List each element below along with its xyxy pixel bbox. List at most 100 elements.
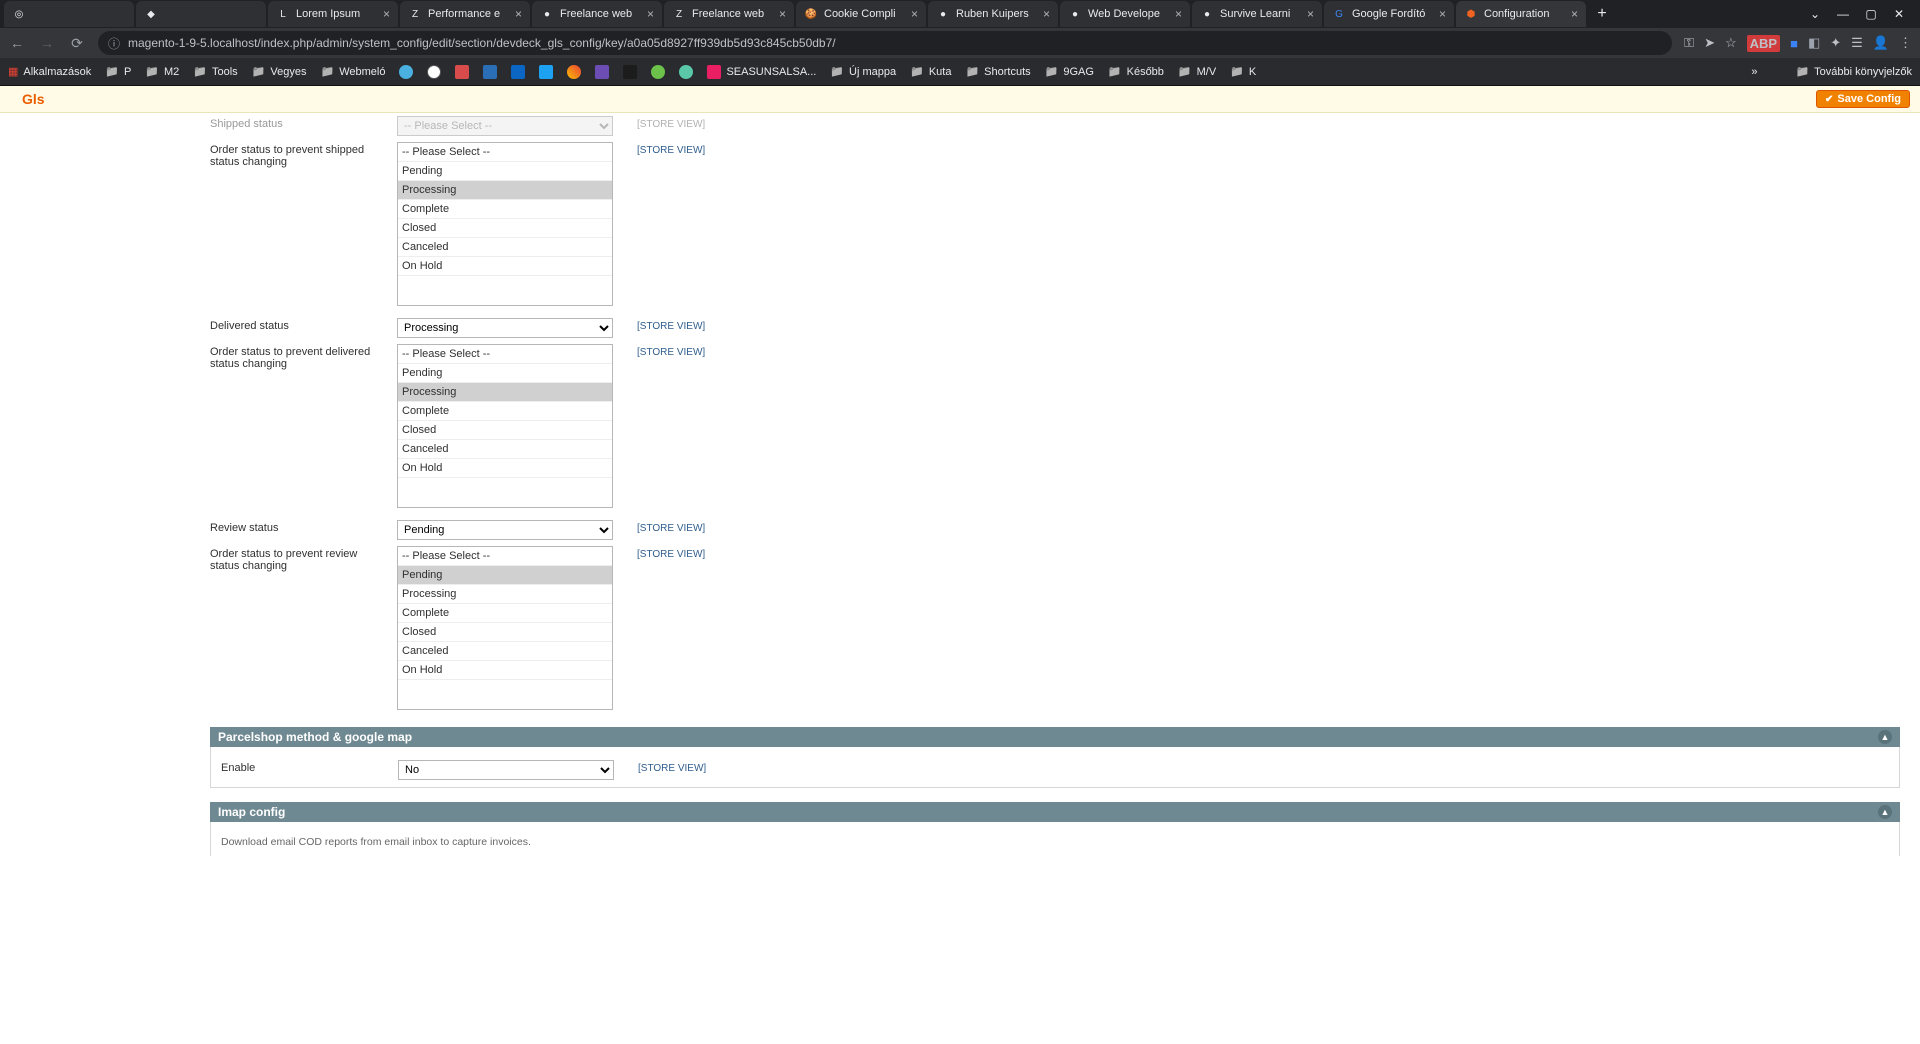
bookmark-folder[interactable]: Vegyes bbox=[252, 65, 307, 78]
bookmark-item[interactable] bbox=[567, 65, 581, 79]
browser-tab[interactable]: ◎ bbox=[4, 1, 134, 27]
section-header-parcelshop[interactable]: Parcelshop method & google map ▲ bbox=[210, 727, 1900, 747]
browser-tab-active[interactable]: ⬢Configuration× bbox=[1456, 1, 1586, 27]
multiselect-option[interactable]: On Hold bbox=[398, 459, 612, 478]
scope-link[interactable]: [STORE VIEW] bbox=[637, 321, 705, 332]
close-icon[interactable]: × bbox=[1571, 7, 1578, 21]
multiselect-option[interactable]: Canceled bbox=[398, 238, 612, 257]
other-bookmarks-folder[interactable]: További könyvjelzők bbox=[1795, 65, 1912, 78]
back-button[interactable]: ← bbox=[8, 35, 26, 51]
bookmark-folder[interactable]: Új mappa bbox=[830, 65, 896, 78]
browser-tab[interactable]: ◆ bbox=[136, 1, 266, 27]
bookmark-folder[interactable]: Tools bbox=[193, 65, 237, 78]
multiselect-option[interactable]: Canceled bbox=[398, 440, 612, 459]
bookmark-folder[interactable]: P bbox=[105, 65, 131, 78]
close-icon[interactable]: × bbox=[1043, 7, 1050, 21]
bookmark-item[interactable] bbox=[455, 65, 469, 79]
browser-tab[interactable]: LLorem Ipsum× bbox=[268, 1, 398, 27]
collapse-icon[interactable]: ▲ bbox=[1878, 730, 1892, 744]
send-icon[interactable]: ➤ bbox=[1704, 35, 1715, 51]
multiselect-option[interactable]: Processing bbox=[398, 585, 612, 604]
multiselect-option[interactable]: Complete bbox=[398, 402, 612, 421]
bookmark-item[interactable] bbox=[399, 65, 413, 79]
new-tab-button[interactable]: + bbox=[1588, 5, 1616, 23]
extension-icon[interactable]: ■ bbox=[1790, 36, 1798, 51]
bookmark-folder[interactable]: Később bbox=[1108, 65, 1164, 78]
extensions-puzzle-icon[interactable]: ✦ bbox=[1830, 35, 1841, 51]
address-bar[interactable]: ⓘ magento-1-9-5.localhost/index.php/admi… bbox=[98, 31, 1672, 55]
multiselect-option[interactable]: -- Please Select -- bbox=[398, 345, 612, 364]
forward-button[interactable]: → bbox=[38, 35, 56, 51]
browser-tab[interactable]: ●Freelance web× bbox=[532, 1, 662, 27]
browser-tab[interactable]: 🍪Cookie Compli× bbox=[796, 1, 926, 27]
scope-link[interactable]: [STORE VIEW] bbox=[637, 523, 705, 534]
scope-link[interactable]: [STORE VIEW] bbox=[637, 549, 705, 560]
multiselect-option[interactable]: -- Please Select -- bbox=[398, 547, 612, 566]
tabs-dropdown-icon[interactable]: ⌄ bbox=[1806, 7, 1824, 21]
bookmark-folder[interactable]: Webmeló bbox=[320, 65, 385, 78]
reading-list-icon[interactable]: ☰ bbox=[1851, 35, 1863, 51]
scope-link[interactable]: [STORE VIEW] bbox=[638, 763, 706, 774]
browser-tab[interactable]: ZPerformance e× bbox=[400, 1, 530, 27]
close-icon[interactable]: × bbox=[1175, 7, 1182, 21]
reload-button[interactable]: ⟳ bbox=[68, 35, 86, 52]
multiselect-prevent-review[interactable]: -- Please Select -- Pending Processing C… bbox=[397, 546, 613, 710]
multiselect-option[interactable]: Pending bbox=[398, 566, 612, 585]
key-icon[interactable]: ⚿ bbox=[1684, 35, 1694, 51]
bookmark-folder[interactable]: Kuta bbox=[910, 65, 951, 78]
multiselect-option[interactable]: Complete bbox=[398, 200, 612, 219]
bookmark-item[interactable] bbox=[595, 65, 609, 79]
bookmark-item[interactable] bbox=[483, 65, 497, 79]
multiselect-option[interactable]: Pending bbox=[398, 162, 612, 181]
extension-icon[interactable]: ◧ bbox=[1808, 35, 1820, 51]
multiselect-option[interactable]: Closed bbox=[398, 421, 612, 440]
browser-tab[interactable]: ●Ruben Kuipers× bbox=[928, 1, 1058, 27]
bookmark-item[interactable] bbox=[427, 65, 441, 79]
close-icon[interactable]: × bbox=[1307, 7, 1314, 21]
bookmark-folder[interactable]: M2 bbox=[145, 65, 179, 78]
select-review-status[interactable]: Pending bbox=[397, 520, 613, 540]
close-icon[interactable]: × bbox=[647, 7, 654, 21]
close-window-icon[interactable]: ✕ bbox=[1890, 7, 1908, 21]
bookmark-item[interactable] bbox=[623, 65, 637, 79]
scope-link[interactable]: [STORE VIEW] bbox=[637, 145, 705, 156]
bookmark-item[interactable] bbox=[679, 65, 693, 79]
bookmark-overflow-icon[interactable]: » bbox=[1751, 66, 1757, 78]
multiselect-option[interactable]: On Hold bbox=[398, 257, 612, 276]
bookmark-item[interactable] bbox=[511, 65, 525, 79]
multiselect-option[interactable]: Processing bbox=[398, 181, 612, 200]
maximize-icon[interactable]: ▢ bbox=[1862, 7, 1880, 21]
site-info-icon[interactable]: ⓘ bbox=[108, 35, 120, 52]
multiselect-prevent-delivered[interactable]: -- Please Select -- Pending Processing C… bbox=[397, 344, 613, 508]
bookmark-item[interactable] bbox=[539, 65, 553, 79]
multiselect-prevent-shipped[interactable]: -- Please Select -- Pending Processing C… bbox=[397, 142, 613, 306]
close-icon[interactable]: × bbox=[779, 7, 786, 21]
browser-tab[interactable]: ●Web Develope× bbox=[1060, 1, 1190, 27]
close-icon[interactable]: × bbox=[383, 7, 390, 21]
kebab-menu-icon[interactable]: ⋮ bbox=[1899, 35, 1912, 51]
bookmark-item[interactable] bbox=[651, 65, 665, 79]
close-icon[interactable]: × bbox=[911, 7, 918, 21]
bookmark-star-icon[interactable]: ☆ bbox=[1725, 35, 1737, 51]
select-delivered-status[interactable]: Processing bbox=[397, 318, 613, 338]
close-icon[interactable]: × bbox=[515, 7, 522, 21]
multiselect-option[interactable]: -- Please Select -- bbox=[398, 143, 612, 162]
multiselect-option[interactable]: Closed bbox=[398, 623, 612, 642]
profile-avatar-icon[interactable]: 👤 bbox=[1873, 35, 1889, 51]
multiselect-option[interactable]: Pending bbox=[398, 364, 612, 383]
browser-tab[interactable]: GGoogle Fordító× bbox=[1324, 1, 1454, 27]
multiselect-option[interactable]: On Hold bbox=[398, 661, 612, 680]
bookmark-folder[interactable]: M/V bbox=[1178, 65, 1216, 78]
browser-tab[interactable]: ZFreelance web× bbox=[664, 1, 794, 27]
bookmark-folder[interactable]: 9GAG bbox=[1045, 65, 1094, 78]
browser-tab[interactable]: ●Survive Learni× bbox=[1192, 1, 1322, 27]
save-config-button[interactable]: Save Config bbox=[1816, 90, 1910, 108]
multiselect-option[interactable]: Processing bbox=[398, 383, 612, 402]
bookmark-item[interactable]: SEASUNSALSA... bbox=[707, 65, 816, 79]
bookmark-folder[interactable]: K bbox=[1230, 65, 1256, 78]
minimize-icon[interactable]: — bbox=[1834, 7, 1852, 21]
multiselect-option[interactable]: Complete bbox=[398, 604, 612, 623]
multiselect-option[interactable]: Closed bbox=[398, 219, 612, 238]
adblock-icon[interactable]: ABP bbox=[1747, 35, 1780, 52]
bookmark-folder[interactable]: Shortcuts bbox=[965, 65, 1030, 78]
